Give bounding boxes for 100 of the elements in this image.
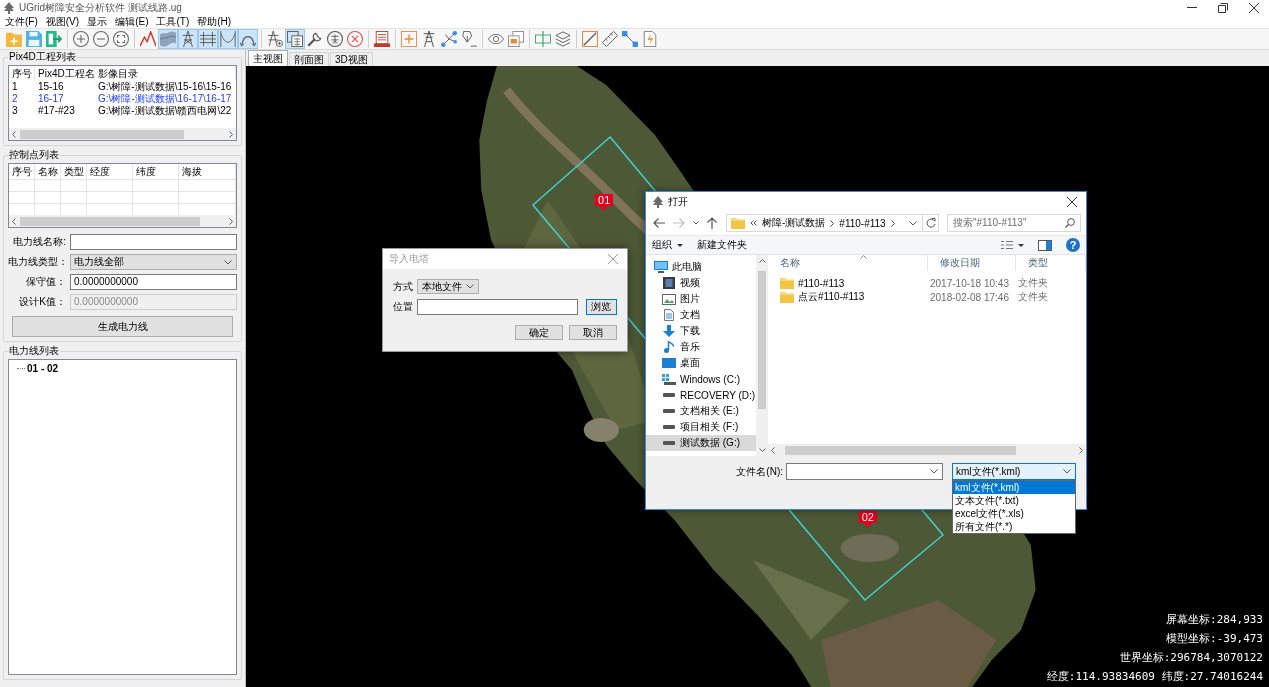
diagonal-square-button[interactable] — [580, 29, 600, 49]
menu-item[interactable]: 视图(V) — [44, 15, 81, 28]
vertical-scrollbar[interactable] — [756, 255, 768, 456]
network-button[interactable] — [439, 29, 459, 49]
nav-item[interactable]: RECOVERY (D:) — [646, 387, 756, 403]
stamp-circle-button[interactable] — [325, 29, 345, 49]
generate-button[interactable]: 生成电力线 — [12, 316, 233, 337]
column-header[interactable]: 类型 — [61, 164, 87, 179]
tree-item[interactable]: 01 - 02 — [27, 362, 59, 374]
path-field[interactable] — [416, 299, 578, 315]
column-header[interactable]: 序号 — [9, 164, 35, 179]
preview-pane-button[interactable] — [1038, 239, 1052, 251]
ruler-button[interactable] — [600, 29, 620, 49]
column-header[interactable]: 修改日期 — [928, 255, 1016, 271]
scrollbar-thumb[interactable] — [20, 129, 184, 139]
breadcrumb[interactable]: #110-#113 — [839, 217, 886, 229]
catenary-button[interactable] — [218, 29, 238, 49]
text-field[interactable] — [70, 234, 237, 250]
expand-button[interactable] — [111, 29, 131, 49]
column-header[interactable]: 经度 — [87, 164, 133, 179]
search-field[interactable]: 搜索"#110-#113" — [947, 214, 1081, 232]
nav-item[interactable]: 桌面 — [646, 355, 756, 371]
menu-item[interactable]: 编辑(E) — [114, 15, 150, 28]
report-button[interactable] — [372, 29, 392, 49]
view-tab[interactable]: 剖面图 — [289, 52, 329, 66]
split-square-button[interactable] — [533, 29, 553, 49]
horizontal-scrollbar[interactable] — [768, 444, 1086, 456]
view-options-button[interactable] — [1001, 240, 1024, 250]
nav-item[interactable]: Windows (C:) — [646, 371, 756, 387]
power-tower-button[interactable] — [178, 29, 198, 49]
nav-item[interactable]: 视频 — [646, 275, 756, 291]
mountain-button[interactable] — [138, 29, 158, 49]
copy-button[interactable] — [506, 29, 526, 49]
nav-item[interactable]: 音乐 — [646, 339, 756, 355]
view-tab[interactable]: 主视图 — [248, 50, 288, 66]
browse-button[interactable]: 浏览 — [585, 299, 617, 315]
horizontal-scrollbar[interactable] — [9, 215, 236, 227]
wrench-button[interactable] — [305, 29, 325, 49]
table-cell[interactable]: G:\树障-测试数据\16-17\16-17 — [95, 93, 236, 105]
connector-button[interactable] — [620, 29, 640, 49]
zoom-out-button[interactable] — [91, 29, 111, 49]
view-tab[interactable]: 3D视图 — [330, 52, 373, 66]
column-header[interactable]: 类型 — [1016, 255, 1086, 271]
column-header[interactable]: 序号 — [9, 66, 35, 81]
column-header[interactable]: 名称 — [768, 255, 928, 271]
column-header[interactable]: Pix4D工程名 — [35, 66, 95, 81]
dropdown-option[interactable]: excel文件(*.xls) — [953, 507, 1075, 520]
layers-button[interactable] — [553, 29, 573, 49]
file-name-field[interactable] — [786, 463, 943, 480]
nav-item[interactable]: 此电脑 — [646, 259, 756, 275]
dialog-button[interactable]: 确定 — [515, 325, 563, 340]
dropdown[interactable]: 本地文件 — [417, 279, 479, 294]
menu-button[interactable]: 组织 — [652, 238, 683, 252]
scrollbar-thumb[interactable] — [758, 271, 766, 410]
power-line-button[interactable] — [198, 29, 218, 49]
scrollbar-thumb[interactable] — [784, 445, 1016, 455]
zoom-in-button[interactable] — [71, 29, 91, 49]
nav-item[interactable]: 下载 — [646, 323, 756, 339]
dropdown-option[interactable]: 文本文件(*.txt) — [953, 494, 1075, 507]
menu-item[interactable]: 显示 — [86, 15, 109, 28]
refresh-button[interactable] — [922, 215, 938, 231]
breadcrumb[interactable]: 树障-测试数据 — [762, 216, 826, 230]
overlapping-squares-button[interactable] — [285, 29, 305, 49]
nav-item[interactable]: 测试数据 (G:) — [646, 435, 756, 451]
table-cell[interactable]: 2 — [9, 93, 35, 105]
table-cell[interactable]: 16-17 — [35, 93, 95, 105]
pen-button[interactable] — [459, 29, 479, 49]
table-cell[interactable]: G:\树障-测试数据\赣西电网\22 — [95, 105, 236, 117]
file-name[interactable]: 点云#110-#113 — [798, 290, 865, 304]
dropdown-option[interactable]: 所有文件(*.*) — [953, 520, 1075, 533]
table-cell[interactable]: #17-#23 — [35, 105, 95, 117]
floppy-disk-button[interactable] — [24, 29, 44, 49]
column-header[interactable]: 影像目录 — [95, 66, 236, 81]
dropdown-option[interactable]: kml文件(*.kml) — [953, 481, 1075, 494]
table-cell[interactable]: 1 — [9, 81, 35, 93]
table-cell[interactable]: G:\树障-测试数据\15-16\15-16 — [95, 81, 236, 93]
menu-item[interactable]: 帮助(H) — [196, 15, 233, 28]
scrollbar-thumb[interactable] — [20, 216, 201, 226]
dropdown[interactable]: 电力线全部 — [70, 254, 237, 270]
x-circle-button[interactable] — [345, 29, 365, 49]
nav-item[interactable]: 文档相关 (E:) — [646, 403, 756, 419]
column-header[interactable]: 纬度 — [133, 164, 179, 179]
text-field[interactable]: 0.0000000000 — [70, 274, 237, 290]
curve-button[interactable] — [238, 29, 258, 49]
menu-item[interactable]: 工具(T) — [155, 15, 191, 28]
table-cell[interactable]: 3 — [9, 105, 35, 117]
dialog-button[interactable]: 取消 — [569, 325, 617, 340]
nav-item[interactable]: 图片 — [646, 291, 756, 307]
column-header[interactable]: 海拔 — [179, 164, 236, 179]
terrain-button[interactable] — [158, 29, 178, 49]
file-type-select[interactable]: kml文件(*.kml) — [952, 463, 1076, 480]
tower-plus-button[interactable] — [265, 29, 285, 49]
exit-door-button[interactable] — [44, 29, 64, 49]
nav-item[interactable]: 项目相关 (F:) — [646, 419, 756, 435]
help-button[interactable]: ? — [1066, 238, 1080, 252]
menu-item[interactable]: 文件(F) — [4, 15, 39, 28]
nav-item[interactable]: 文档 — [646, 307, 756, 323]
table-cell[interactable]: 15-16 — [35, 81, 95, 93]
file-name[interactable]: #110-#113 — [798, 277, 845, 289]
horizontal-scrollbar[interactable] — [9, 128, 236, 140]
